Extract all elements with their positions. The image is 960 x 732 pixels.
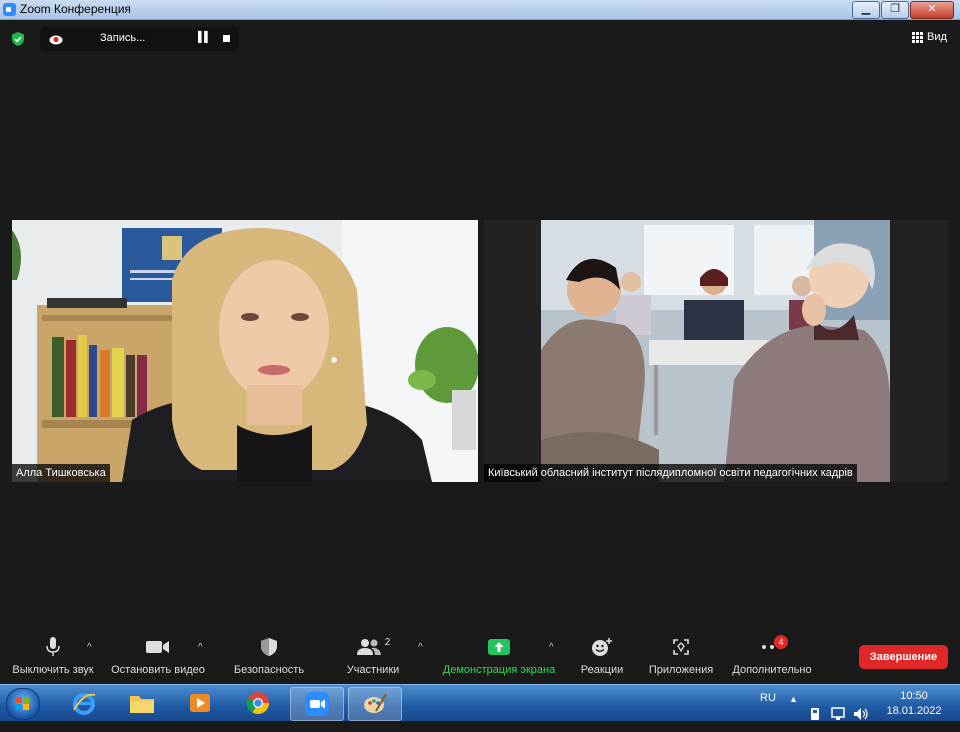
media-player-icon (190, 694, 210, 712)
participants-button[interactable]: 2 Участники (340, 636, 406, 677)
pause-recording-button[interactable]: ▌▌ (198, 32, 211, 43)
zoom-app-icon (3, 3, 16, 16)
clock-date: 18.01.2022 (886, 705, 942, 717)
meeting-toolbar: Выключить звук ^ Остановить видео ^ Безо… (0, 630, 960, 684)
video-tile-speaker[interactable]: Алла Тишковська (12, 220, 478, 482)
shield-icon (261, 638, 277, 656)
window-title: Zoom Конференция (20, 2, 131, 16)
video-tile-classroom[interactable]: Київський обласний інститут післядипломн… (484, 220, 948, 482)
stop-video-button[interactable]: Остановить видео (110, 636, 206, 676)
encryption-shield-icon[interactable] (10, 31, 26, 47)
reactions-button[interactable]: Реакции (576, 636, 628, 676)
classroom-video-feed (484, 220, 948, 482)
minimize-button[interactable]: ▁ (852, 1, 880, 19)
close-button[interactable]: ✕ (910, 1, 954, 19)
zoom-icon (305, 692, 329, 716)
view-label: Вид (927, 31, 947, 43)
notification-badge: 4 (774, 635, 788, 649)
windows-taskbar: RU ▲ 10:50 18.01.2022 (0, 684, 960, 721)
participants-count: 2 (384, 636, 391, 648)
paint-palette-icon (364, 693, 387, 713)
recording-indicator: Запись... ▌▌ (40, 27, 238, 51)
internet-explorer-icon (73, 693, 96, 715)
end-meeting-button[interactable]: Завершение (859, 645, 948, 669)
cloud-recording-icon (49, 35, 63, 45)
taskbar-paint[interactable] (348, 687, 402, 721)
apps-icon (673, 639, 689, 655)
taskbar-file-explorer[interactable] (116, 687, 168, 719)
taskbar-media-player[interactable] (174, 687, 226, 719)
apps-label: Приложения (648, 664, 714, 676)
start-button[interactable] (6, 688, 40, 720)
participants-label: Участники (346, 664, 400, 676)
folder-icon (130, 696, 154, 713)
video-camera-icon (146, 641, 169, 653)
share-options-caret[interactable]: ^ (549, 642, 554, 653)
share-screen-button[interactable]: Демонстрация экрана (440, 636, 558, 676)
security-button[interactable]: Безопасность (230, 636, 308, 676)
mute-label: Выключить звук (12, 664, 94, 676)
stop-video-label: Остановить видео (111, 664, 205, 676)
share-screen-label: Демонстрация экрана (442, 664, 556, 676)
show-hidden-icons-button[interactable]: ▲ (789, 694, 798, 730)
clock-time: 10:50 (900, 690, 928, 702)
more-label: Дополнительно (732, 664, 812, 676)
maximize-button[interactable]: ❐ (881, 1, 909, 19)
security-label: Безопасность (233, 664, 305, 676)
volume-icon[interactable] (853, 696, 869, 732)
participants-icon (356, 639, 381, 655)
taskbar-zoom[interactable] (290, 687, 344, 721)
reactions-smiley-icon (592, 638, 612, 656)
grid-view-icon (912, 31, 923, 43)
view-button[interactable]: Вид (912, 31, 947, 43)
video-options-caret[interactable]: ^ (198, 642, 203, 653)
speaker-video-feed (12, 220, 478, 482)
stop-recording-button[interactable] (223, 35, 230, 42)
microphone-icon (46, 637, 60, 656)
reactions-label: Реакции (580, 664, 624, 676)
audio-options-caret[interactable]: ^ (87, 642, 92, 653)
more-button[interactable]: 4 Дополнительно (728, 635, 816, 676)
participant-name: Алла Тишковська (12, 464, 110, 482)
taskbar-chrome[interactable] (232, 687, 284, 719)
taskbar-internet-explorer[interactable] (58, 687, 110, 719)
window-title-bar: Zoom Конференция ▁ ❐ ✕ (0, 0, 960, 20)
mute-button[interactable]: Выключить звук (8, 636, 98, 676)
input-language[interactable]: RU (760, 692, 776, 728)
participant-name: Київський обласний інститут післядипломн… (484, 464, 857, 482)
usb-device-icon[interactable] (808, 696, 822, 732)
apps-button[interactable]: Приложения (644, 636, 718, 676)
windows-logo-icon (16, 697, 29, 710)
recording-label: Запись... (100, 32, 146, 44)
participants-options-caret[interactable]: ^ (418, 642, 423, 653)
network-icon[interactable] (831, 696, 847, 732)
taskbar-clock[interactable]: 10:50 18.01.2022 (884, 689, 944, 719)
share-screen-icon (488, 639, 510, 655)
chrome-icon (246, 692, 269, 714)
